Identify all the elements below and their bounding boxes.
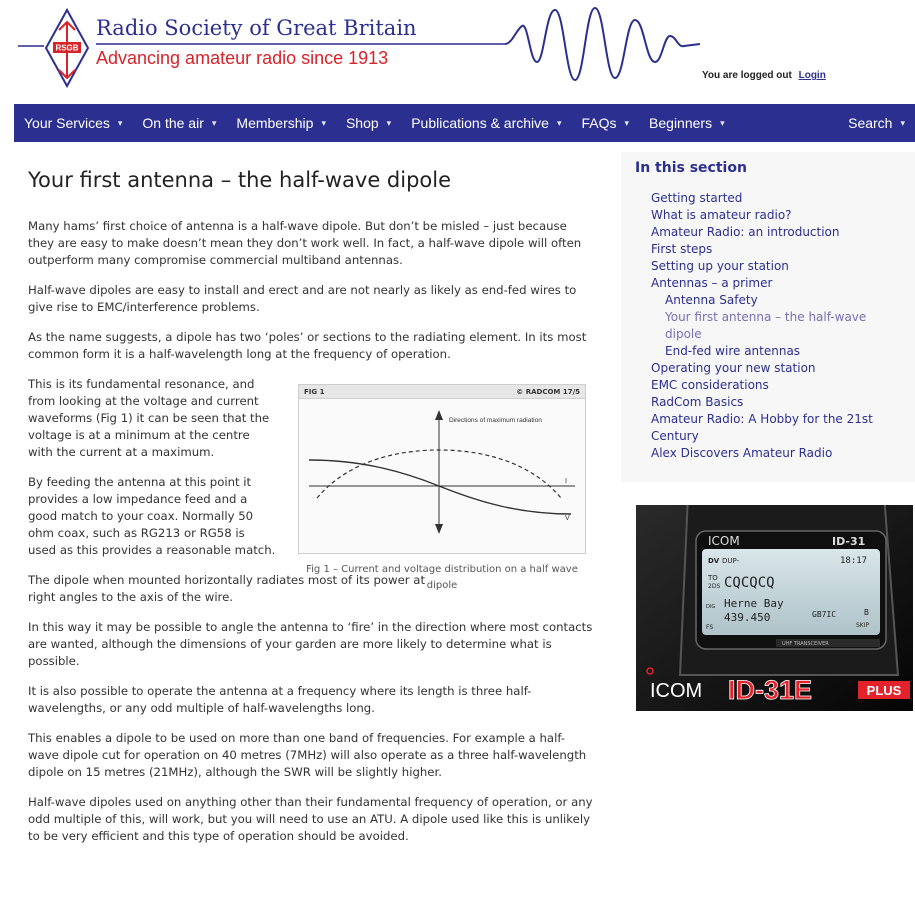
site-header: RSGB Radio Society of Great Britain Adva… bbox=[0, 0, 915, 100]
sidebar-item-antennas-primer[interactable]: Antennas – a primer bbox=[629, 275, 907, 292]
ad-brand: ICOM bbox=[650, 680, 702, 702]
page-title: Your first antenna – the half-wave dipol… bbox=[28, 168, 452, 192]
paragraph: It is also possible to operate the anten… bbox=[28, 684, 532, 715]
login-status: You are logged out bbox=[702, 70, 792, 81]
sidebar-item-radcom-basics[interactable]: RadCom Basics bbox=[629, 394, 907, 411]
ad-radio-brand: ICOM bbox=[708, 534, 740, 548]
paragraph: In this way it may be possible to angle … bbox=[28, 620, 593, 668]
figure-credit: © RADCOM 17/5 bbox=[516, 387, 580, 396]
paragraph: Half-wave dipoles are easy to install an… bbox=[28, 283, 577, 314]
nav-item-membership[interactable]: Membership ▾ bbox=[226, 104, 336, 142]
ad-radio-model: ID-31 bbox=[832, 535, 865, 548]
nav-item-search[interactable]: Search ▾ bbox=[838, 104, 915, 142]
dipole-diagram: Directions of maximum radiation I V bbox=[308, 410, 575, 534]
chevron-down-icon: ▾ bbox=[117, 117, 123, 128]
main-content: Your first antenna – the half-wave dipol… bbox=[28, 168, 594, 858]
sidebar-item-hobby-21st-cont[interactable]: Century bbox=[629, 428, 907, 445]
ad-screen-2ds: 2DS bbox=[708, 583, 720, 590]
sidebar-item-end-fed[interactable]: End-fed wire antennas bbox=[629, 343, 907, 360]
login-bar: You are logged out Login bbox=[702, 70, 826, 81]
sidebar-item-what-is-amateur-radio[interactable]: What is amateur radio? bbox=[629, 207, 907, 224]
ad-screen-freq: 439.450 bbox=[724, 611, 770, 624]
figure-1: FIG 1 © RADCOM 17/5 Directions of maximu… bbox=[294, 384, 590, 594]
sidebar-item-getting-started[interactable]: Getting started bbox=[629, 190, 907, 207]
nav-item-on-the-air[interactable]: On the air ▾ bbox=[132, 104, 226, 142]
ad-screen-time: 18:17 bbox=[840, 556, 867, 566]
figure-label-i: I bbox=[565, 478, 567, 485]
icom-radio-image: ICOM ID-31 DV DUP- 18:17 TO 2DS CQCQCQ D… bbox=[636, 505, 913, 711]
site-title[interactable]: Radio Society of Great Britain bbox=[96, 16, 417, 40]
ad-screen-place: Herne Bay bbox=[724, 597, 784, 610]
ad-screen-callsign: GB7IC bbox=[812, 610, 836, 619]
paragraph: Half-wave dipoles used on anything other… bbox=[28, 795, 593, 843]
logo-text: RSGB bbox=[55, 44, 78, 53]
sidebar-list: Getting started What is amateur radio? A… bbox=[629, 190, 907, 462]
ad-screen-dup: DUP- bbox=[722, 557, 740, 565]
paragraph: As the name suggests, a dipole has two ‘… bbox=[28, 330, 587, 361]
ad-screen-skip: SKIP bbox=[856, 622, 870, 629]
chevron-down-icon: ▾ bbox=[556, 117, 562, 128]
ad-screen-stamp: DIG bbox=[706, 604, 715, 610]
sidebar-item-alex-discovers[interactable]: Alex Discovers Amateur Radio bbox=[629, 445, 907, 462]
icom-advert[interactable]: ICOM ID-31 DV DUP- 18:17 TO 2DS CQCQCQ D… bbox=[636, 505, 913, 711]
figure-annotation: Directions of maximum radiation bbox=[449, 417, 542, 424]
ad-screen-dv: DV bbox=[708, 557, 720, 565]
ad-screen-to: TO bbox=[707, 574, 718, 582]
ad-screen-fs: FS bbox=[706, 624, 713, 631]
ad-model: ID-31E bbox=[728, 675, 812, 705]
sidebar-item-operating[interactable]: Operating your new station bbox=[629, 360, 907, 377]
ad-screen-mode: B bbox=[864, 608, 869, 617]
ad-band-label: UHF TRANSCEIVER bbox=[782, 641, 829, 647]
sidebar-item-first-antenna-cont[interactable]: dipole bbox=[629, 326, 907, 343]
figure-label: FIG 1 bbox=[304, 387, 325, 396]
nav-item-faqs[interactable]: FAQs ▾ bbox=[571, 104, 639, 142]
nav-item-publications[interactable]: Publications & archive ▾ bbox=[401, 104, 571, 142]
sidebar-item-emc[interactable]: EMC considerations bbox=[629, 377, 907, 394]
nav-item-beginners[interactable]: Beginners ▾ bbox=[639, 104, 735, 142]
chevron-down-icon: ▾ bbox=[624, 117, 630, 128]
login-link[interactable]: Login bbox=[799, 70, 826, 81]
sidebar-item-setting-up-station[interactable]: Setting up your station bbox=[629, 258, 907, 275]
ad-screen-call: CQCQCQ bbox=[724, 575, 775, 591]
paragraph: By feeding the antenna at this point it … bbox=[28, 475, 276, 557]
sidebar-item-first-steps[interactable]: First steps bbox=[629, 241, 907, 258]
main-nav: Your Services ▾ On the air ▾ Membership ▾ S… bbox=[14, 104, 915, 142]
paragraph: This is its fundamental resonance, and f… bbox=[28, 377, 270, 459]
chevron-down-icon: ▾ bbox=[386, 117, 392, 128]
rsgb-logo[interactable]: RSGB bbox=[44, 8, 90, 88]
chevron-down-icon: ▾ bbox=[321, 117, 326, 128]
sidebar-item-introduction[interactable]: Amateur Radio: an introduction bbox=[629, 224, 907, 241]
section-sidebar: In this section Getting started What is … bbox=[621, 152, 915, 482]
figure-header: FIG 1 © RADCOM 17/5 bbox=[299, 385, 585, 399]
paragraph: Many hams’ first choice of antenna is a … bbox=[28, 219, 582, 267]
sidebar-item-hobby-21st[interactable]: Amateur Radio: A Hobby for the 21st bbox=[629, 411, 907, 428]
paragraph: This enables a dipole to be used on more… bbox=[28, 731, 587, 779]
chevron-down-icon: ▾ bbox=[900, 117, 905, 128]
sidebar-item-first-antenna[interactable]: Your first antenna – the half-wave bbox=[629, 309, 907, 326]
nav-item-your-services[interactable]: Your Services ▾ bbox=[14, 104, 132, 142]
site-tagline: Advancing amateur radio since 1913 bbox=[96, 48, 389, 68]
nav-item-shop[interactable]: Shop ▾ bbox=[336, 104, 401, 142]
chevron-down-icon: ▾ bbox=[211, 117, 217, 128]
sidebar-title: In this section bbox=[635, 160, 747, 176]
chevron-down-icon: ▾ bbox=[720, 117, 725, 128]
figure-caption: Fig 1 – Current and voltage distribution… bbox=[306, 564, 578, 591]
sidebar-item-antenna-safety[interactable]: Antenna Safety bbox=[629, 292, 907, 309]
figure-label-v: V bbox=[565, 515, 570, 522]
figure-image[interactable]: FIG 1 © RADCOM 17/5 Directions of maximu… bbox=[298, 384, 586, 554]
ad-model-suffix: PLUS bbox=[867, 683, 902, 698]
